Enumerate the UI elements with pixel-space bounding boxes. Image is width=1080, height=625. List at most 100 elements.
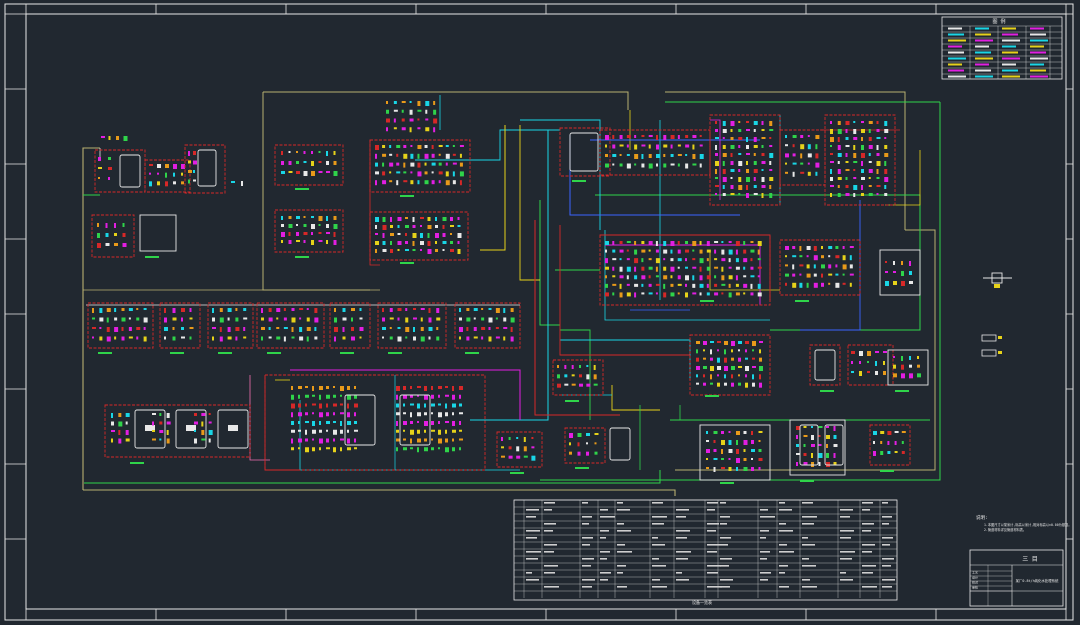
legend-entry: [1030, 45, 1044, 48]
tag-label: [98, 352, 112, 354]
tag-label: [705, 395, 719, 397]
table-cell-text: [707, 565, 721, 567]
table-cell-text: [707, 551, 717, 553]
table-cell-text: [526, 530, 540, 532]
title-block-cell: 工艺: [972, 570, 978, 575]
table-cell-text: [707, 544, 720, 546]
table-cell-text: [600, 558, 607, 560]
tag-label: [170, 352, 184, 354]
table-cell-text: [544, 523, 556, 525]
table-cell-text: [862, 502, 873, 504]
legend-entry: [975, 45, 989, 48]
legend-entry: [1030, 39, 1048, 42]
symbol-marker: [998, 336, 1002, 339]
legend-entry: [948, 45, 962, 48]
table-cell-text: [526, 551, 541, 553]
table-cell-text: [779, 586, 789, 588]
table-cell-text: [652, 579, 660, 581]
table-cell-text: [720, 523, 727, 525]
table-cell-text: [779, 502, 785, 504]
legend-entry: [1030, 75, 1048, 78]
legend-entry: [948, 57, 966, 60]
table-cell-text: [802, 586, 817, 588]
table-cell-text: [617, 530, 631, 532]
table-cell-text: [760, 579, 768, 581]
title-block-cell: 审核: [972, 585, 978, 590]
tag-label: [340, 352, 354, 354]
notes-line-2: 2.管道材料详见管道材料表。: [984, 527, 1026, 532]
legend-entry: [948, 51, 964, 54]
table-cell-text: [882, 516, 892, 518]
tag-label: [510, 472, 524, 474]
table-cell-text: [600, 551, 610, 553]
table-cell-text: [676, 572, 682, 574]
table-cell-text: [882, 537, 893, 539]
legend-entry: [1030, 33, 1046, 36]
table-cell-text: [882, 544, 890, 546]
legend-entry: [1002, 63, 1016, 66]
table-cell-text: [720, 565, 729, 567]
legend-entry: [948, 63, 962, 66]
notes-heading: 说明:: [976, 514, 988, 521]
table-cell-text: [652, 537, 658, 539]
table-cell-text: [676, 509, 689, 511]
table-cell-text: [802, 565, 816, 567]
legend-entry: [948, 39, 966, 42]
tag-label: [145, 256, 159, 258]
table-cell-text: [544, 544, 557, 546]
table-cell-text: [707, 502, 718, 504]
table-cell-text: [882, 565, 891, 567]
table-cell-text: [862, 509, 870, 511]
legend-entry: [1002, 51, 1018, 54]
table-cell-text: [802, 558, 809, 560]
table-cell-text: [720, 544, 728, 546]
table-cell-text: [544, 509, 552, 511]
tag-label: [565, 400, 579, 402]
table-cell-text: [882, 579, 895, 581]
table-cell-text: [582, 537, 593, 539]
tag-label: [130, 462, 144, 464]
legend-entry: [1002, 33, 1018, 36]
table-cell-text: [652, 516, 667, 518]
table-cell-text: [526, 516, 536, 518]
table-cell-text: [720, 537, 731, 539]
table-cell-text: [840, 579, 853, 581]
table-cell-text: [779, 530, 793, 532]
table-cell-text: [840, 551, 855, 553]
table-cell-text: [802, 523, 814, 525]
table-cell-text: [652, 558, 659, 560]
table-cell-text: [676, 537, 687, 539]
table-cell-text: [544, 502, 555, 504]
table-cell-text: [760, 558, 767, 560]
table-cell-text: [707, 572, 718, 574]
table-cell-text: [707, 509, 715, 511]
pid-drawing: 图 例 设备一览表 说明: 1.本图尺寸以毫米计,标高以米计,相对标高以±0.0…: [0, 0, 1080, 625]
legend-entry: [948, 27, 962, 30]
legend-entry: [1030, 51, 1046, 54]
tag-label: [800, 480, 814, 482]
table-cell-text: [582, 544, 590, 546]
table-cell-text: [526, 509, 539, 511]
table-cell-text: [544, 530, 553, 532]
company-name: 三 目: [1022, 556, 1038, 563]
table-cell-text: [760, 530, 769, 532]
table-cell-text: [882, 523, 889, 525]
table-cell-text: [882, 586, 892, 588]
table-cell-text: [802, 544, 815, 546]
legend-entry: [1002, 69, 1018, 72]
table-cell-text: [862, 586, 877, 588]
tag-label: [795, 300, 809, 302]
table-cell-text: [760, 509, 768, 511]
table-cell-text: [720, 502, 726, 504]
symbol-marker: [994, 284, 1000, 288]
table-cell-text: [862, 551, 872, 553]
drawing-title: 某厂0.8t/h纯化水处理系统: [1016, 578, 1059, 583]
tag-label: [880, 470, 894, 472]
table-cell-text: [676, 558, 688, 560]
legend-entry: [948, 75, 966, 78]
table-cell-text: [840, 572, 846, 574]
tag-label: [388, 352, 402, 354]
table-cell-text: [617, 572, 623, 574]
table-cell-text: [802, 579, 810, 581]
table-cell-text: [582, 502, 588, 504]
